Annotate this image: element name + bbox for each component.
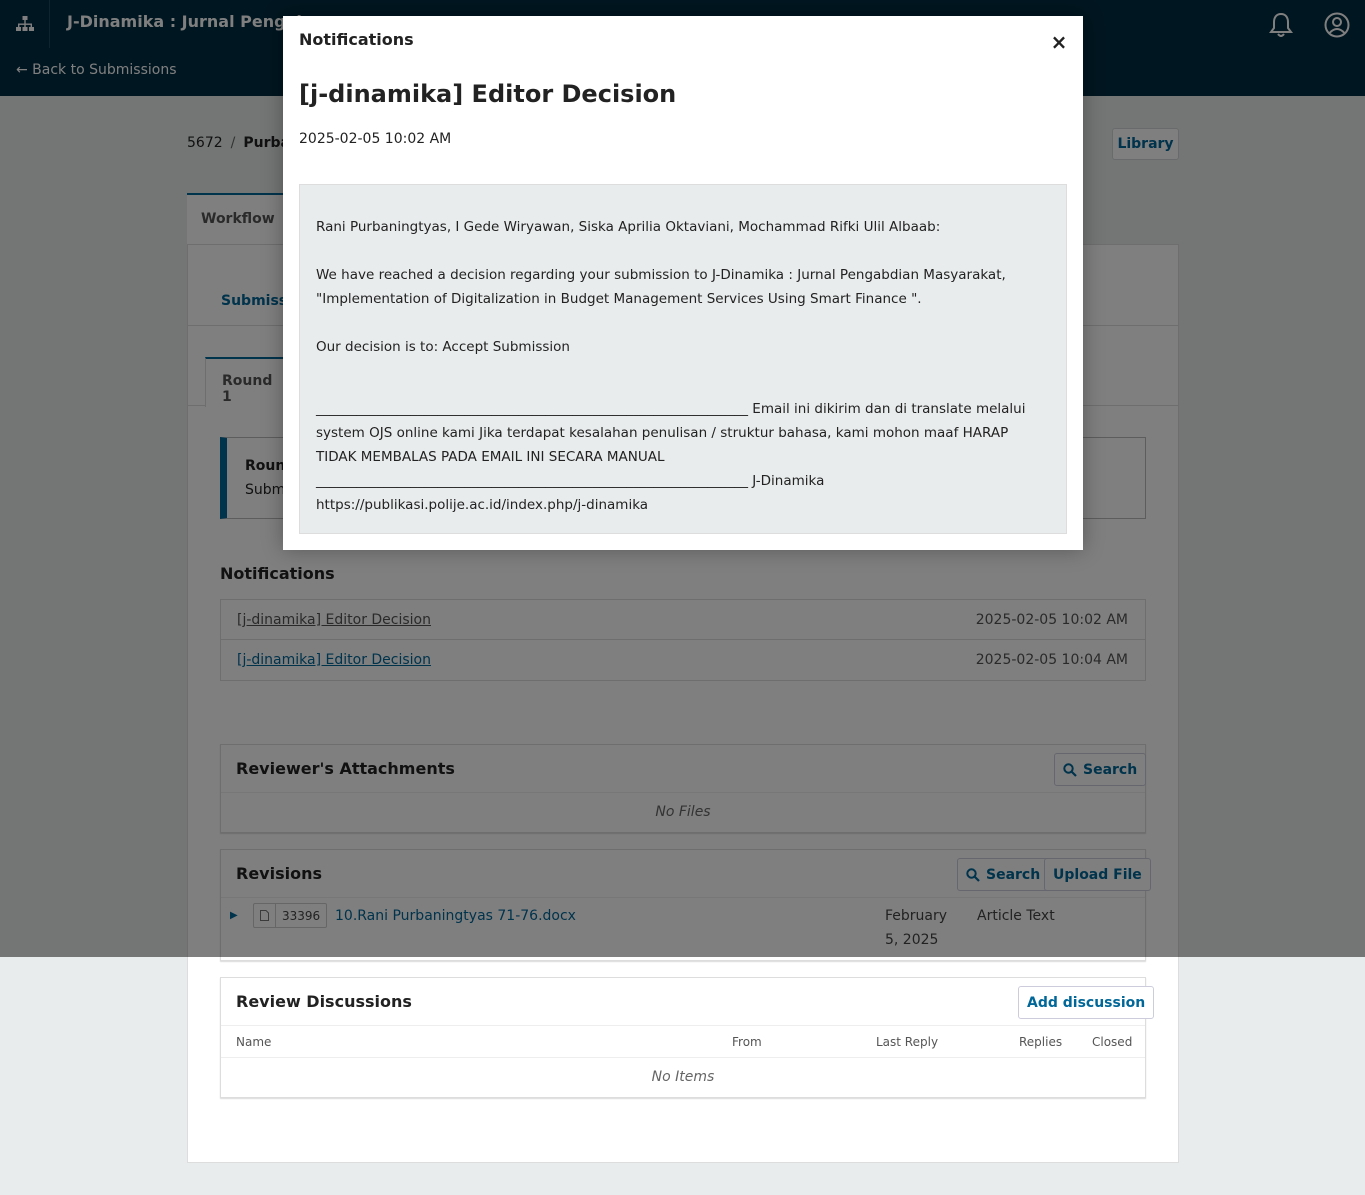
review-discussions-grid: Review Discussions Add discussion Name F… [220, 977, 1155, 1098]
grid-header: Review Discussions Add discussion [221, 978, 1155, 1026]
email-signature: ________________________________________… [316, 473, 825, 489]
column-header[interactable]: Closed [1092, 1035, 1132, 1049]
notification-modal: Notifications × [j-dinamika] Editor Deci… [283, 16, 1083, 550]
email-recipients: Rani Purbaningtyas, I Gede Wiryawan, Sis… [316, 219, 941, 235]
column-header[interactable]: Last Reply [876, 1035, 938, 1049]
email-decision: Our decision is to: Accept Submission [316, 339, 570, 355]
column-header[interactable]: From [732, 1035, 762, 1049]
email-body: Rani Purbaningtyas, I Gede Wiryawan, Sis… [299, 184, 1067, 534]
table-header: Name From Last Reply Replies Closed [221, 1026, 1145, 1058]
modal-date: 2025-02-05 10:02 AM [299, 131, 452, 147]
empty-message: No Items [651, 1069, 715, 1085]
grid-title: Review Discussions [236, 992, 412, 1011]
email-paragraph: We have reached a decision regarding you… [316, 267, 1006, 307]
modal-title: Notifications [299, 30, 414, 49]
email-footer: ________________________________________… [316, 401, 1026, 465]
email-url: https://publikasi.polije.ac.id/index.php… [316, 497, 649, 513]
column-header[interactable]: Name [236, 1035, 271, 1049]
close-icon[interactable]: × [1047, 28, 1071, 56]
add-discussion-button[interactable]: Add discussion [1018, 986, 1155, 1019]
modal-heading: [j-dinamika] Editor Decision [299, 80, 677, 108]
column-header[interactable]: Replies [1019, 1035, 1062, 1049]
